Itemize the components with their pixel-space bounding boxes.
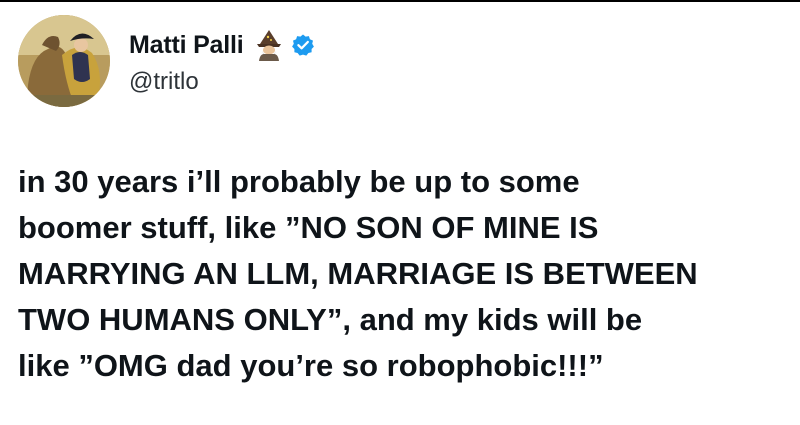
mage-emoji-icon [254, 29, 284, 61]
tweet-text-line: boomer stuff, like ”NO SON OF MINE IS [18, 210, 599, 245]
tweet-text-line: in 30 years i’ll probably be up to some [18, 164, 580, 199]
author-handle[interactable]: @tritlo [129, 68, 199, 96]
author-name-row: Matti Palli [129, 29, 314, 61]
tweet-text-line: TWO HUMANS ONLY”, and my kids will be [18, 302, 643, 337]
tweet-text-line: like ”OMG dad you’re so robophobic!!!” [18, 348, 604, 383]
verified-badge-icon [291, 34, 314, 56]
tweet-card: Matti Palli @tritlo in 30 years i’ll pro… [0, 0, 800, 425]
avatar[interactable] [18, 15, 110, 107]
tweet-text-line: MARRYING AN LLM, MARRIAGE IS BETWEEN [18, 256, 698, 291]
avatar-painting-icon [18, 15, 110, 107]
tweet-text: in 30 years i’ll probably be up to some … [18, 159, 788, 389]
display-name[interactable]: Matti Palli [129, 31, 244, 60]
